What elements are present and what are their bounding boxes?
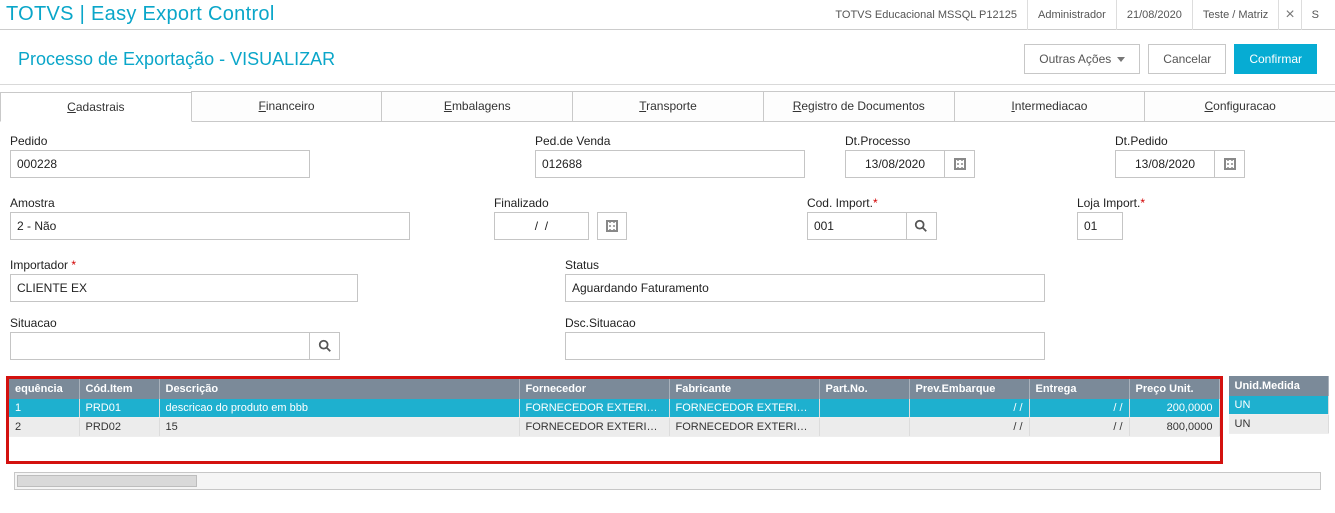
field-loja-import: Loja Import.*	[1077, 196, 1145, 240]
field-cod-import: Cod. Import.*	[807, 196, 937, 240]
tab-intermediacao[interactable]: Intermediacao	[954, 91, 1146, 121]
table-row[interactable]: UN	[1229, 396, 1329, 415]
page-title: Processo de Exportação - VISUALIZAR	[18, 49, 1016, 70]
dt-pedido-input[interactable]	[1115, 150, 1215, 178]
page-toolbar: Processo de Exportação - VISUALIZAR Outr…	[0, 30, 1335, 85]
field-dt-processo: Dt.Processo	[845, 134, 975, 178]
tab-cadastrais[interactable]: Cadastrais	[0, 92, 192, 122]
chevron-down-icon	[1117, 57, 1125, 62]
finalizado-label: Finalizado	[494, 196, 627, 210]
app-title: TOTVS | Easy Export Control	[6, 3, 825, 26]
calendar-icon[interactable]	[945, 150, 975, 178]
dt-processo-input[interactable]	[845, 150, 945, 178]
col-unid-medida[interactable]: Unid.Medida	[1229, 376, 1329, 396]
calendar-icon[interactable]	[597, 212, 627, 240]
loja-import-input[interactable]	[1077, 212, 1123, 240]
field-dsc-situacao: Dsc.Situacao	[565, 316, 1045, 360]
tab-embalagens[interactable]: Embalagens	[381, 91, 573, 121]
col-sequencia[interactable]: equência	[9, 379, 79, 399]
status-input[interactable]	[565, 274, 1045, 302]
extra-indicator: S	[1301, 0, 1329, 30]
items-grid[interactable]: equência Cód.Item Descrição Fornecedor F…	[9, 379, 1220, 437]
dsc-situacao-input[interactable]	[565, 332, 1045, 360]
field-pedido: Pedido	[10, 134, 310, 178]
horizontal-scrollbar[interactable]	[14, 472, 1321, 490]
other-actions-label: Outras Ações	[1039, 52, 1111, 66]
field-dt-pedido: Dt.Pedido	[1115, 134, 1245, 178]
loja-import-label: Loja Import.*	[1077, 196, 1145, 210]
col-cod-item[interactable]: Cód.Item	[79, 379, 159, 399]
field-importador: Importador *	[10, 258, 358, 302]
table-row[interactable]: 1 PRD01 descricao do produto em bbb FORN…	[9, 399, 1219, 418]
dsc-situacao-label: Dsc.Situacao	[565, 316, 1045, 330]
session-date: 21/08/2020	[1116, 0, 1192, 30]
tabs: Cadastrais Financeiro Embalagens Transpo…	[0, 91, 1335, 122]
col-fornecedor[interactable]: Fornecedor	[519, 379, 669, 399]
ped-venda-label: Ped.de Venda	[535, 134, 805, 148]
finalizado-input[interactable]	[494, 212, 589, 240]
env-name: TOTVS Educacional MSSQL P12125	[825, 0, 1027, 30]
importador-input[interactable]	[10, 274, 358, 302]
field-ped-venda: Ped.de Venda	[535, 134, 805, 178]
cancel-button[interactable]: Cancelar	[1148, 44, 1226, 74]
calendar-icon[interactable]	[1215, 150, 1245, 178]
col-entrega[interactable]: Entrega	[1029, 379, 1129, 399]
search-icon[interactable]	[907, 212, 937, 240]
col-prev-embarque[interactable]: Prev.Embarque	[909, 379, 1029, 399]
field-amostra: Amostra	[10, 196, 410, 240]
amostra-input[interactable]	[10, 212, 410, 240]
tab-financeiro[interactable]: Financeiro	[191, 91, 383, 121]
status-label: Status	[565, 258, 1045, 272]
cod-import-label: Cod. Import.*	[807, 196, 937, 210]
scrollbar-thumb[interactable]	[17, 475, 197, 487]
confirm-button[interactable]: Confirmar	[1234, 44, 1317, 74]
tab-configuracao[interactable]: Configuracao	[1144, 91, 1335, 121]
ped-venda-input[interactable]	[535, 150, 805, 178]
pedido-input[interactable]	[10, 150, 310, 178]
col-descricao[interactable]: Descrição	[159, 379, 519, 399]
user-name: Administrador	[1027, 0, 1116, 30]
close-icon[interactable]: ×	[1278, 0, 1300, 30]
field-situacao: Situacao	[10, 316, 340, 360]
branch-name: Teste / Matriz	[1192, 0, 1278, 30]
search-icon[interactable]	[310, 332, 340, 360]
cod-import-input[interactable]	[807, 212, 907, 240]
grid-header-row: equência Cód.Item Descrição Fornecedor F…	[9, 379, 1219, 399]
appbar-right: TOTVS Educacional MSSQL P12125 Administr…	[825, 0, 1329, 30]
col-preco-unit[interactable]: Preço Unit.	[1129, 379, 1219, 399]
confirm-label: Confirmar	[1249, 52, 1302, 66]
items-grid-extra-col: Unid.Medida UN UN	[1229, 376, 1330, 464]
col-fabricante[interactable]: Fabricante	[669, 379, 819, 399]
app-bar: TOTVS | Easy Export Control TOTVS Educac…	[0, 0, 1335, 30]
other-actions-button[interactable]: Outras Ações	[1024, 44, 1140, 74]
table-row[interactable]: 2 PRD02 15 FORNECEDOR EXTERIOR FORNECEDO…	[9, 418, 1219, 437]
field-status: Status	[565, 258, 1045, 302]
pedido-label: Pedido	[10, 134, 310, 148]
form-area: Pedido Ped.de Venda Dt.Processo Dt.Pedid…	[0, 122, 1335, 370]
cancel-label: Cancelar	[1163, 52, 1211, 66]
table-row[interactable]: UN	[1229, 415, 1329, 434]
amostra-label: Amostra	[10, 196, 410, 210]
col-part-no[interactable]: Part.No.	[819, 379, 909, 399]
situacao-label: Situacao	[10, 316, 340, 330]
dt-pedido-label: Dt.Pedido	[1115, 134, 1245, 148]
field-finalizado: Finalizado	[494, 196, 627, 240]
importador-label: Importador *	[10, 258, 358, 272]
dt-processo-label: Dt.Processo	[845, 134, 975, 148]
tab-transporte[interactable]: Transporte	[572, 91, 764, 121]
items-grid-highlight: equência Cód.Item Descrição Fornecedor F…	[6, 376, 1223, 464]
tab-registro-documentos[interactable]: Registro de Documentos	[763, 91, 955, 121]
situacao-input[interactable]	[10, 332, 310, 360]
